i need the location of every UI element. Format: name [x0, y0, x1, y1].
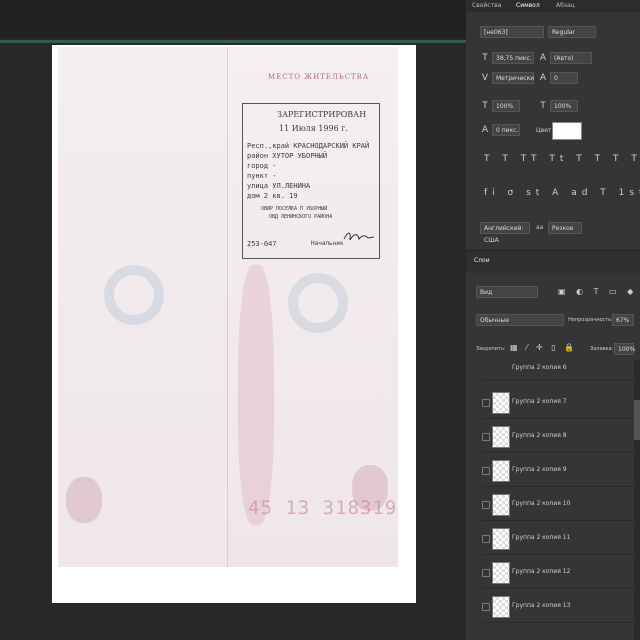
passport-serial: 45 13 318319: [248, 497, 398, 519]
security-rosette: [104, 265, 164, 325]
layer-row[interactable]: Группа 2 копия 8: [482, 422, 640, 453]
antialias-label: аа: [536, 224, 544, 231]
baseline-shift-input[interactable]: 0 пикс.: [492, 124, 520, 136]
residence-header: МЕСТО ЖИТЕЛЬСТВА: [268, 73, 370, 81]
layer-row[interactable]: Группа 2 копия 12: [482, 558, 640, 589]
stamp-line: улица УЛ.ЛЕНИНА: [247, 182, 311, 190]
opentype-buttons[interactable]: fi σ st A ad T 1st ½: [484, 188, 640, 198]
layer-thumbnail: [492, 562, 510, 584]
layer-name: Группа 2 копия 6: [512, 364, 567, 371]
stamp-line: дом 2 кв. 19: [247, 192, 298, 200]
panel-tabs: Свойства Символ Абзац: [466, 0, 640, 12]
stamp-line: ОВИР ПОСЕЛКА П УБОРНЫЙ: [261, 206, 328, 212]
visibility-toggle[interactable]: [482, 467, 490, 475]
fill-label: Заливка:: [590, 346, 614, 352]
lock-label: Закрепить:: [476, 346, 506, 352]
lock-icons[interactable]: ▦ ⁄ ✛ ▯ 🔒: [510, 343, 577, 352]
layer-row[interactable]: Группа 2 копия 13: [482, 592, 640, 623]
vertical-scale-input[interactable]: 100%: [492, 100, 520, 112]
stamp-line: район ХУТОР УБОРНЫЙ: [247, 152, 328, 160]
stamp-line: ЗАРЕГИСТРИРОВАН: [277, 110, 367, 119]
fill-input[interactable]: 100%: [614, 343, 635, 355]
layer-thumbnail: [492, 596, 510, 618]
visibility-toggle[interactable]: [482, 501, 490, 509]
vertical-scale-icon: T: [482, 101, 488, 111]
color-label: Цвет:: [536, 127, 554, 134]
kerning-select[interactable]: Метрически: [492, 72, 534, 84]
stamp-line: ОВД ЛЕНИНСКОГО РАЙОНА: [269, 214, 333, 220]
layer-thumbnail: [492, 494, 510, 516]
font-style-select[interactable]: Regular: [548, 26, 596, 38]
font-size-input[interactable]: 38,75 пикс.: [492, 52, 534, 64]
stamp-line: город -: [247, 162, 277, 170]
visibility-toggle[interactable]: [482, 433, 490, 441]
security-pattern: [238, 265, 274, 525]
layer-filter-select[interactable]: Вид: [476, 286, 538, 298]
visibility-toggle[interactable]: [482, 535, 490, 543]
passport-image: МЕСТО ЖИТЕЛЬСТВА ЗАРЕГИСТРИРОВАН 11 Июля…: [52, 45, 416, 603]
layer-row[interactable]: Группа 2 копия 10: [482, 490, 640, 521]
layer-row[interactable]: Группа 2 копия 6: [482, 360, 640, 381]
layer-name: Группа 2 копия 11: [512, 534, 571, 541]
canvas-area[interactable]: МЕСТО ЖИТЕЛЬСТВА ЗАРЕГИСТРИРОВАН 11 Июля…: [0, 0, 466, 640]
text-color-swatch[interactable]: [552, 122, 582, 140]
blend-mode-select[interactable]: Обычные: [476, 314, 564, 326]
stamp-line: пункт -: [247, 172, 277, 180]
layer-row[interactable]: Группа 2 копия 9: [482, 456, 640, 487]
layer-thumbnail: [492, 392, 510, 414]
tab-properties[interactable]: Свойства: [472, 0, 501, 12]
layer-name: Группа 2 копия 9: [512, 466, 567, 473]
layer-name: Группа 2 копия 12: [512, 568, 571, 575]
antialias-select[interactable]: Резкое: [548, 222, 582, 234]
leading-input[interactable]: (Авто): [550, 52, 592, 64]
emblem-watermark: [66, 477, 102, 523]
visibility-toggle[interactable]: [482, 569, 490, 577]
canvas-topbar: [0, 0, 466, 38]
layer-thumbnail: [492, 426, 510, 448]
font-size-icon: T: [482, 53, 488, 63]
passport-left-page: [58, 47, 228, 567]
tab-paragraph[interactable]: Абзац: [556, 0, 575, 12]
layer-filter-icons[interactable]: ▣ ◐ T ▭ ◆: [558, 287, 637, 296]
tab-character[interactable]: Символ: [516, 0, 540, 12]
opacity-input[interactable]: 67%: [612, 314, 634, 326]
canvas-divider: [0, 40, 466, 43]
stamp-code: 253-047: [247, 240, 277, 248]
language-select[interactable]: Английский: США: [480, 222, 530, 244]
layers-scrollbar[interactable]: [634, 360, 640, 640]
scrollbar-thumb[interactable]: [634, 400, 640, 440]
leading-icon: A: [539, 53, 547, 63]
stamp-line: Респ.,край КРАСНОДАРСКИЙ КРАЙ: [247, 142, 370, 150]
layer-name: Группа 2 копия 10: [512, 500, 571, 507]
layers-panel-header: Слои: [466, 250, 640, 273]
horizontal-scale-icon: T: [540, 101, 546, 111]
layer-row[interactable]: Группа 2 копия 7: [482, 388, 640, 419]
stamp-line: 11 Июля 1996 г.: [279, 124, 348, 133]
layer-name: Группа 2 копия 8: [512, 432, 567, 439]
layer-thumbnail: [492, 460, 510, 482]
security-rosette-right: [288, 273, 348, 333]
type-style-buttons[interactable]: T T TT Tt T T T T: [484, 154, 640, 164]
layer-thumbnail: [492, 528, 510, 550]
horizontal-scale-input[interactable]: 100%: [550, 100, 578, 112]
visibility-toggle[interactable]: [482, 399, 490, 407]
layer-name: Группа 2 копия 7: [512, 398, 567, 405]
properties-panel: Свойства Символ Абзац [не063] Regular T …: [466, 0, 640, 640]
tracking-input[interactable]: 0: [550, 72, 578, 84]
visibility-toggle[interactable]: [482, 603, 490, 611]
opacity-label: Непрозрачность:: [568, 317, 613, 323]
stamp-chief: Начальник: [311, 240, 344, 247]
tab-layers[interactable]: Слои: [474, 257, 490, 264]
tracking-icon: A: [539, 73, 547, 83]
signature: [343, 232, 375, 241]
layer-name: Группа 2 копия 13: [512, 602, 571, 609]
layer-row[interactable]: Группа 2 копия 11: [482, 524, 640, 555]
baseline-shift-icon: A: [481, 125, 489, 135]
kerning-icon: V: [481, 73, 489, 83]
font-family-select[interactable]: [не063]: [480, 26, 544, 38]
